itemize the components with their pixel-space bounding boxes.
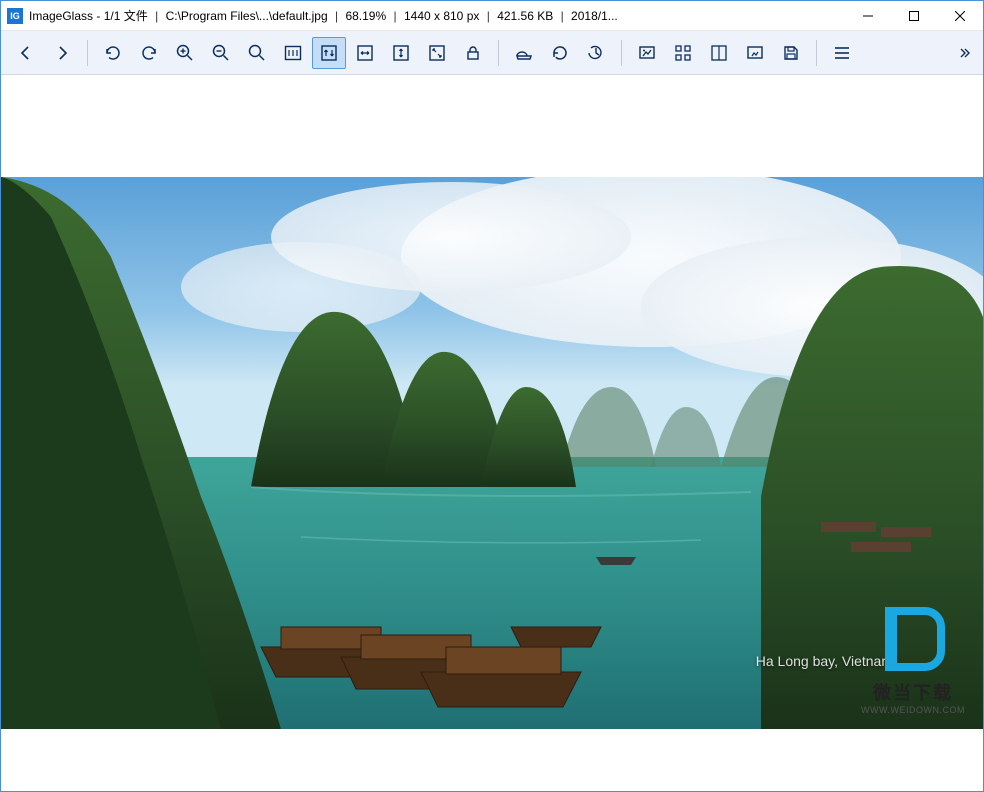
thumbnails-icon: [673, 43, 693, 63]
watermark-text: 微当下载: [861, 679, 965, 705]
minimize-icon: [863, 11, 873, 21]
hamburger-icon: [832, 43, 852, 63]
title-date: 2018/1...: [571, 9, 618, 23]
app-icon: IG: [7, 8, 23, 24]
toolbar-separator: [621, 40, 622, 66]
close-icon: [955, 11, 965, 21]
actual-size-icon: [283, 43, 303, 63]
window-controls: [845, 1, 983, 30]
title-dimensions: 1440 x 810 px: [404, 9, 479, 23]
displayed-image: Ha Long bay, Vietnam 微当下载 WWW.WEIDOWN.CO…: [1, 177, 983, 729]
open-file-button[interactable]: [507, 37, 541, 69]
title-sep: |: [561, 9, 564, 23]
close-button[interactable]: [937, 1, 983, 31]
checkerboard-button[interactable]: [702, 37, 736, 69]
goto-image-button[interactable]: [579, 37, 613, 69]
fit-height-icon: [319, 43, 339, 63]
rotate-ccw-icon: [103, 43, 123, 63]
image-viewport[interactable]: Ha Long bay, Vietnam 微当下载 WWW.WEIDOWN.CO…: [1, 75, 983, 791]
toolbar-separator: [498, 40, 499, 66]
chevron-double-right-icon: [959, 47, 971, 59]
chevron-left-icon: [17, 44, 35, 62]
zoom-in-button[interactable]: [168, 37, 202, 69]
zoom-out-button[interactable]: [204, 37, 238, 69]
title-sep: |: [487, 9, 490, 23]
fit-height-button[interactable]: [312, 37, 346, 69]
window-title: ImageGlass - 1/1 文件 | C:\Program Files\.…: [29, 7, 845, 24]
fit-horizontal-button[interactable]: [348, 37, 382, 69]
checkerboard-icon: [709, 43, 729, 63]
fit-window-button[interactable]: [420, 37, 454, 69]
rotate-cw-button[interactable]: [132, 37, 166, 69]
thumbnails-button[interactable]: [666, 37, 700, 69]
menu-button[interactable]: [825, 37, 859, 69]
titlebar[interactable]: IG ImageGlass - 1/1 文件 | C:\Program File…: [1, 1, 983, 31]
lock-zoom-button[interactable]: [456, 37, 490, 69]
title-sep: -: [96, 9, 103, 23]
title-counter: 1/1 文件: [104, 9, 148, 23]
minimize-button[interactable]: [845, 1, 891, 31]
magnifier-icon: [247, 43, 267, 63]
actual-size-button[interactable]: [276, 37, 310, 69]
rotate-cw-icon: [139, 43, 159, 63]
toolbar-separator: [816, 40, 817, 66]
zoom-out-icon: [211, 43, 231, 63]
save-button[interactable]: [774, 37, 808, 69]
fit-width-button[interactable]: [384, 37, 418, 69]
title-sep: |: [394, 9, 397, 23]
slideshow-icon: [637, 43, 657, 63]
watermark: 微当下载 WWW.WEIDOWN.COM: [861, 603, 965, 715]
watermark-logo-icon: [877, 603, 949, 675]
chevron-right-icon: [53, 44, 71, 62]
title-filesize: 421.56 KB: [497, 9, 553, 23]
title-app: ImageGlass: [29, 9, 93, 23]
fit-width-icon: [391, 43, 411, 63]
save-icon: [781, 43, 801, 63]
maximize-button[interactable]: [891, 1, 937, 31]
open-icon: [514, 43, 534, 63]
title-path: C:\Program Files\...\default.jpg: [166, 9, 328, 23]
fit-window-icon: [427, 43, 447, 63]
toolbar-separator: [87, 40, 88, 66]
toolbar-overflow-button[interactable]: [955, 47, 975, 59]
refresh-icon: [550, 43, 570, 63]
slideshow-button[interactable]: [630, 37, 664, 69]
zoom-tool-button[interactable]: [240, 37, 274, 69]
title-sep: |: [335, 9, 338, 23]
zoom-in-icon: [175, 43, 195, 63]
app-window: IG ImageGlass - 1/1 文件 | C:\Program File…: [0, 0, 984, 792]
title-zoom: 68.19%: [345, 9, 386, 23]
previous-image-button[interactable]: [9, 37, 43, 69]
title-sep: |: [155, 9, 158, 23]
goto-icon: [586, 43, 606, 63]
refresh-button[interactable]: [543, 37, 577, 69]
lock-icon: [463, 43, 483, 63]
image-rendering: [1, 177, 983, 729]
toolbar: [1, 31, 983, 75]
watermark-url: WWW.WEIDOWN.COM: [861, 705, 965, 715]
maximize-icon: [909, 11, 919, 21]
rotate-ccw-button[interactable]: [96, 37, 130, 69]
fullscreen-button[interactable]: [738, 37, 772, 69]
next-image-button[interactable]: [45, 37, 79, 69]
fullscreen-icon: [745, 43, 765, 63]
fit-horizontal-icon: [355, 43, 375, 63]
